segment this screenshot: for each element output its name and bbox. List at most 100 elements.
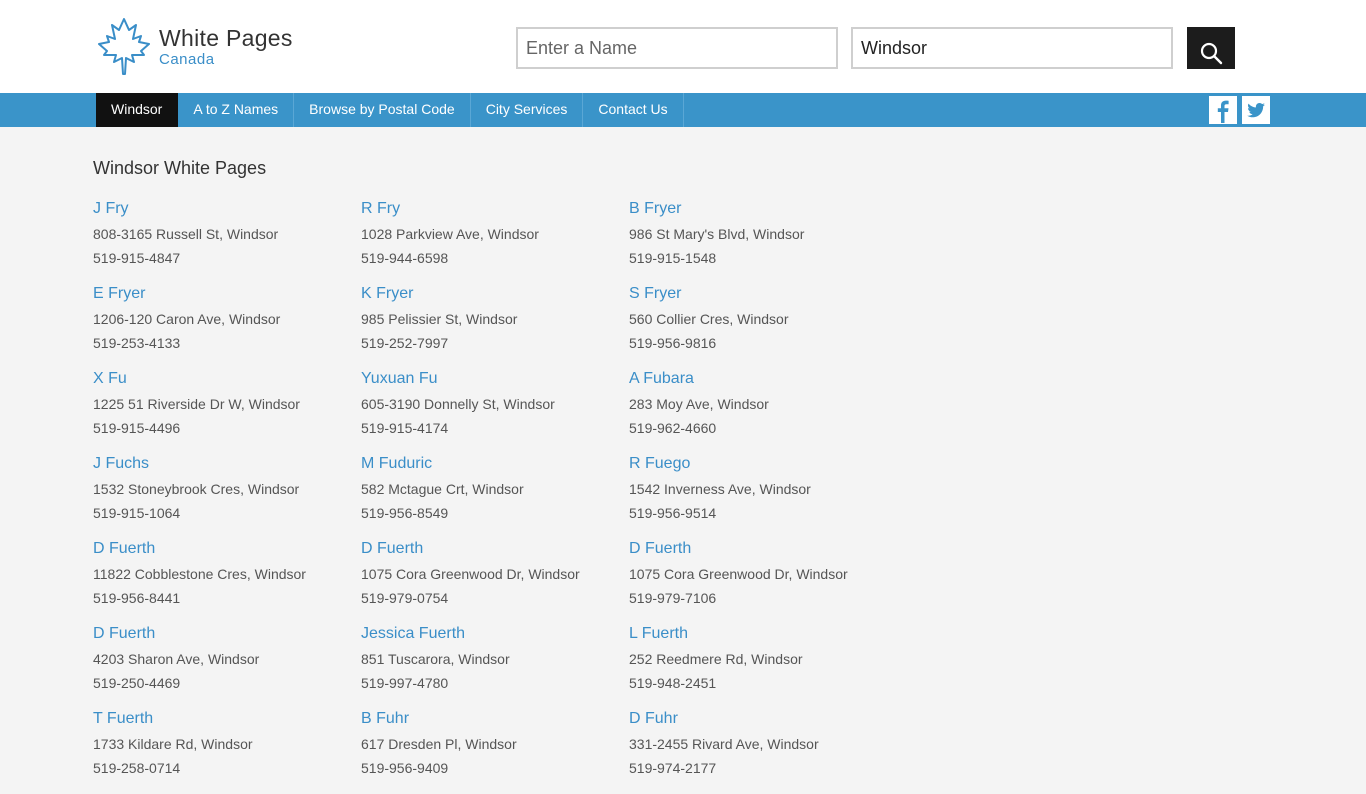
listing-name-link[interactable]: S Fryer <box>629 284 681 304</box>
listing-phone: 519-956-9816 <box>629 335 717 351</box>
listing-entry: K Fryer 985 Pelissier St, Windsor 519-252-… <box>361 284 629 369</box>
nav-item-browse-by-postal-code[interactable]: Browse by Postal Code <box>294 93 471 127</box>
listing-name-link[interactable]: D Fuerth <box>93 624 155 644</box>
nav-item-contact-us[interactable]: Contact Us <box>583 93 684 127</box>
listing-address: 252 Reedmere Rd, Windsor <box>629 651 803 667</box>
nav-item-windsor[interactable]: Windsor <box>96 93 179 127</box>
listing-entry: Jessica Fuerth 851 Tuscarora, Windsor 519-… <box>361 624 629 709</box>
listing-name-link[interactable]: D Fuerth <box>629 539 691 559</box>
facebook-icon <box>1217 100 1229 123</box>
listing-phone: 519-956-8441 <box>93 590 181 606</box>
listing-address: 1075 Cora Greenwood Dr, Windsor <box>629 566 848 582</box>
listing-entry: X Fu 1225 51 Riverside Dr W, Windsor 519-9… <box>93 369 361 454</box>
listing-phone: 519-948-2451 <box>629 675 717 691</box>
listing-entry: Yuxuan Fu 605-3190 Donnelly St, Windsor 51… <box>361 369 629 454</box>
listing-phone: 519-997-4780 <box>361 675 449 691</box>
listing-address: 1206-120 Caron Ave, Windsor <box>93 311 281 327</box>
listing-entry: E Fryer 1206-120 Caron Ave, Windsor 519-25… <box>93 284 361 369</box>
listing-address: 4203 Sharon Ave, Windsor <box>93 651 260 667</box>
search-button[interactable] <box>1187 27 1235 69</box>
search-icon <box>1200 42 1223 64</box>
listing-address: 582 Mctague Crt, Windsor <box>361 481 524 497</box>
listing-phone: 519-915-4496 <box>93 420 181 436</box>
listing-address: 605-3190 Donnelly St, Windsor <box>361 396 555 412</box>
listing-entry: D Fuerth 4203 Sharon Ave, Windsor 519-250-… <box>93 624 361 709</box>
listing-name-link[interactable]: D Fuhr <box>629 709 678 729</box>
listing-entry: L Fuerth 252 Reedmere Rd, Windsor 519-948-… <box>629 624 897 709</box>
listing-name-link[interactable]: T Fuerth <box>93 709 153 729</box>
listing-phone: 519-252-7997 <box>361 335 449 351</box>
listing-entry: D Fuerth 11822 Cobblestone Cres, Windsor 5… <box>93 539 361 624</box>
listing-address: 331-2455 Rivard Ave, Windsor <box>629 736 819 752</box>
page-title: Windsor White Pages <box>93 158 267 178</box>
listing-phone: 519-915-1548 <box>629 250 717 266</box>
listing-phone: 519-956-9409 <box>361 760 449 776</box>
facebook-button[interactable] <box>1209 96 1237 124</box>
listing-entry: A Fubara 283 Moy Ave, Windsor 519-962-4660 <box>629 369 897 454</box>
listing-entry: B Fuhr 617 Dresden Pl, Windsor 519-956-940… <box>361 709 629 794</box>
listing-phone: 519-974-2177 <box>629 760 717 776</box>
listing-phone: 519-250-4469 <box>93 675 181 691</box>
listing-entry: S Fryer 560 Collier Cres, Windsor 519-956-… <box>629 284 897 369</box>
maple-leaf-icon <box>98 18 150 75</box>
listing-entry: R Fuego 1542 Inverness Ave, Windsor 519-95… <box>629 454 897 539</box>
listing-name-link[interactable]: R Fuego <box>629 454 690 474</box>
listing-phone: 519-915-4847 <box>93 250 181 266</box>
site-header: White Pages Canada <box>0 0 1366 93</box>
listing-entry: D Fuerth 1075 Cora Greenwood Dr, Windsor 5… <box>361 539 629 624</box>
listing-name-link[interactable]: L Fuerth <box>629 624 688 644</box>
main-nav: Windsor A to Z Names Browse by Postal Co… <box>96 93 684 127</box>
listing-name-link[interactable]: D Fuerth <box>361 539 423 559</box>
listing-phone: 519-956-8549 <box>361 505 449 521</box>
listing-address: 560 Collier Cres, Windsor <box>629 311 789 327</box>
listing-name-link[interactable]: M Fuduric <box>361 454 432 474</box>
listing-entry: R Fry 1028 Parkview Ave, Windsor 519-944-6… <box>361 199 629 284</box>
city-search-input[interactable] <box>851 27 1173 69</box>
listing-name-link[interactable]: B Fryer <box>629 199 681 219</box>
listing-phone: 519-253-4133 <box>93 335 181 351</box>
listing-address: 851 Tuscarora, Windsor <box>361 651 510 667</box>
twitter-icon <box>1247 103 1265 118</box>
listing-address: 1225 51 Riverside Dr W, Windsor <box>93 396 300 412</box>
nav-item-city-services[interactable]: City Services <box>471 93 584 127</box>
listing-address: 1075 Cora Greenwood Dr, Windsor <box>361 566 580 582</box>
navigation-bar: Windsor A to Z Names Browse by Postal Co… <box>0 93 1366 127</box>
listing-name-link[interactable]: B Fuhr <box>361 709 409 729</box>
listing-entry: J Fuchs 1532 Stoneybrook Cres, Windsor 519… <box>93 454 361 539</box>
listing-address: 617 Dresden Pl, Windsor <box>361 736 517 752</box>
listing-name-link[interactable]: Jessica Fuerth <box>361 624 465 644</box>
listing-phone: 519-944-6598 <box>361 250 449 266</box>
listing-address: 808-3165 Russell St, Windsor <box>93 226 279 242</box>
listing-phone: 519-915-1064 <box>93 505 181 521</box>
listing-entry: J Fry 808-3165 Russell St, Windsor 519-915… <box>93 199 361 284</box>
listing-entry: D Fuhr 331-2455 Rivard Ave, Windsor 519-97… <box>629 709 897 794</box>
listing-phone: 519-962-4660 <box>629 420 717 436</box>
listing-name-link[interactable]: A Fubara <box>629 369 694 389</box>
listing-grid: J Fry 808-3165 Russell St, Windsor 519-915… <box>93 199 897 794</box>
listing-address: 985 Pelissier St, Windsor <box>361 311 518 327</box>
listing-entry: M Fuduric 582 Mctague Crt, Windsor 519-956… <box>361 454 629 539</box>
listing-name-link[interactable]: Yuxuan Fu <box>361 369 438 389</box>
name-search-input[interactable] <box>516 27 838 69</box>
twitter-button[interactable] <box>1242 96 1270 124</box>
listing-name-link[interactable]: K Fryer <box>361 284 413 304</box>
listing-phone: 519-915-4174 <box>361 420 449 436</box>
logo[interactable]: White Pages Canada <box>96 17 306 77</box>
listing-address: 986 St Mary's Blvd, Windsor <box>629 226 805 242</box>
listing-phone: 519-979-7106 <box>629 590 717 606</box>
listing-name-link[interactable]: J Fuchs <box>93 454 149 474</box>
listing-address: 1733 Kildare Rd, Windsor <box>93 736 253 752</box>
listing-entry: T Fuerth 1733 Kildare Rd, Windsor 519-258-… <box>93 709 361 794</box>
listing-name-link[interactable]: E Fryer <box>93 284 145 304</box>
listing-address: 1542 Inverness Ave, Windsor <box>629 481 811 497</box>
listing-name-link[interactable]: R Fry <box>361 199 400 219</box>
listing-name-link[interactable]: D Fuerth <box>93 539 155 559</box>
listing-name-link[interactable]: X Fu <box>93 369 127 389</box>
logo-title: White Pages <box>159 25 293 51</box>
logo-subtitle: Canada <box>159 51 215 68</box>
listing-name-link[interactable]: J Fry <box>93 199 129 219</box>
nav-item-a-to-z-names[interactable]: A to Z Names <box>178 93 295 127</box>
listing-phone: 519-956-9514 <box>629 505 717 521</box>
listing-address: 1532 Stoneybrook Cres, Windsor <box>93 481 300 497</box>
listing-address: 1028 Parkview Ave, Windsor <box>361 226 539 242</box>
